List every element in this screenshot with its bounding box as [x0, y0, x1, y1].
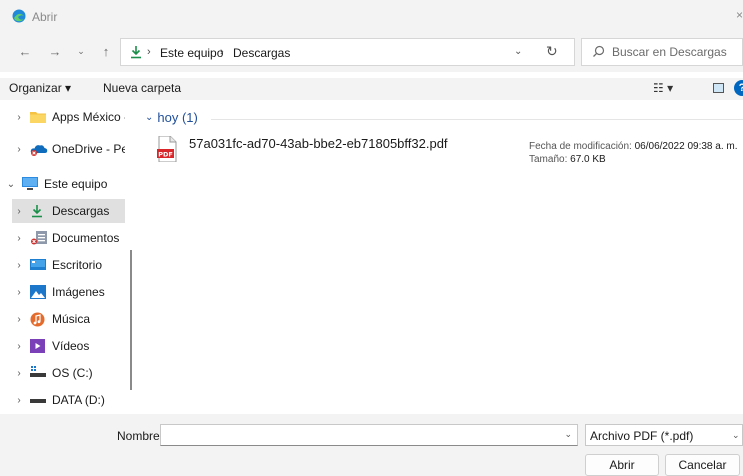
sidebar-item-onedrive[interactable]: › OneDrive - Perso	[12, 137, 125, 161]
download-icon	[30, 204, 48, 218]
sidebar-item-label: Vídeos	[52, 339, 90, 353]
music-icon	[30, 312, 48, 327]
sidebar-item-label: Descargas	[52, 204, 110, 218]
system-drive-icon	[30, 366, 48, 380]
filename-label: Nombre:	[117, 429, 164, 443]
dialog-footer: Nombre: ⌄ Archivo PDF (*.pdf) ⌄ Abrir Ca…	[0, 414, 743, 476]
command-toolbar: Organizar ▾ Nueva carpeta ☷ ▾ ?	[0, 78, 743, 100]
forward-arrow-icon[interactable]: →	[44, 40, 66, 62]
refresh-icon[interactable]: ↻	[546, 43, 558, 60]
sidebar-item-label: OS (C:)	[52, 366, 93, 380]
documents-icon	[30, 231, 48, 245]
help-icon[interactable]: ?	[734, 80, 743, 96]
view-options-button[interactable]: ☷ ▾	[653, 81, 673, 95]
title-bar: Abrir ×	[0, 0, 743, 32]
filename-combobox[interactable]: ⌄	[160, 424, 578, 446]
preview-pane-icon[interactable]	[713, 83, 724, 93]
recent-locations-chevron-down-icon[interactable]: ⌄	[70, 40, 92, 62]
sidebar-item-label: DATA (D:)	[52, 393, 105, 407]
filetype-select[interactable]: Archivo PDF (*.pdf) ⌄	[585, 424, 743, 446]
expand-chevron-icon[interactable]: ›	[12, 314, 26, 325]
sidebar-item-musica[interactable]: › Música	[12, 307, 125, 331]
pictures-icon	[30, 285, 48, 299]
collapse-chevron-icon[interactable]: ⌄	[4, 179, 18, 190]
sidebar-item-label: Este equipo	[44, 177, 108, 191]
sidebar-item-escritorio[interactable]: › Escritorio	[12, 253, 125, 277]
breadcrumb-descargas[interactable]: Descargas	[233, 46, 290, 60]
sidebar-item-data-d[interactable]: › DATA (D:)	[12, 388, 125, 412]
address-bar[interactable]: › Este equipo › Descargas ⌄ ↻	[120, 38, 575, 66]
search-icon	[593, 45, 605, 57]
back-arrow-icon[interactable]: ←	[14, 40, 36, 62]
filename-input[interactable]	[161, 425, 556, 445]
sidebar-item-este-equipo[interactable]: ⌄ Este equipo	[0, 172, 125, 196]
navigation-pane: › Apps México - › OneDrive - Perso ⌄ Est…	[0, 100, 137, 414]
expand-chevron-icon[interactable]: ›	[12, 287, 26, 298]
breadcrumb-separator: ›	[147, 46, 151, 58]
expand-chevron-icon[interactable]: ›	[12, 233, 26, 244]
pdf-file-icon: PDF	[157, 136, 177, 162]
onedrive-icon	[30, 142, 48, 156]
address-history-chevron-down-icon[interactable]: ⌄	[514, 46, 522, 57]
expand-chevron-icon[interactable]: ›	[12, 395, 26, 406]
filetype-value: Archivo PDF (*.pdf)	[590, 429, 694, 443]
expand-chevron-icon[interactable]: ›	[12, 112, 26, 123]
group-divider	[211, 119, 743, 120]
expand-chevron-icon[interactable]: ›	[12, 260, 26, 271]
size-label: Tamaño:	[529, 154, 568, 165]
computer-icon	[22, 177, 40, 191]
sidebar-item-label: OneDrive - Perso	[52, 142, 125, 156]
group-label: hoy (1)	[157, 110, 198, 125]
sidebar-item-label: Música	[52, 312, 91, 326]
organize-button[interactable]: Organizar ▾	[9, 81, 71, 95]
desktop-icon	[30, 258, 48, 272]
edge-app-icon	[12, 9, 26, 23]
sidebar-item-documentos[interactable]: › Documentos	[12, 226, 125, 250]
sidebar-item-label: Apps México -	[52, 110, 125, 124]
new-folder-button[interactable]: Nueva carpeta	[103, 81, 181, 95]
search-box[interactable]	[581, 38, 743, 66]
sidebar-item-label: Documentos	[52, 231, 120, 245]
breadcrumb-este-equipo[interactable]: Este equipo	[160, 46, 223, 60]
sidebar-scrollbar[interactable]	[130, 250, 132, 390]
filetype-chevron-down-icon: ⌄	[732, 430, 740, 440]
up-arrow-icon[interactable]: ↑	[95, 40, 117, 62]
sidebar-item-label: Escritorio	[52, 258, 103, 272]
drive-icon	[30, 393, 48, 407]
size-value: 67.0 KB	[570, 154, 606, 165]
search-input[interactable]	[612, 39, 740, 65]
group-header[interactable]: ⌄ hoy (1)	[145, 110, 198, 125]
file-details: Fecha de modificación: 06/06/2022 09:38 …	[529, 140, 737, 166]
folder-icon	[30, 110, 48, 124]
videos-icon	[30, 339, 48, 353]
download-icon	[131, 46, 141, 59]
file-item[interactable]: PDF 57a031fc-ad70-43ab-bbe2-eb71805bff32…	[157, 134, 743, 174]
sidebar-item-imagenes[interactable]: › Imágenes	[12, 280, 125, 304]
breadcrumb-separator: ›	[220, 46, 224, 58]
sidebar-item-descargas[interactable]: › Descargas	[12, 199, 125, 223]
window-title: Abrir	[32, 10, 58, 24]
modified-label: Fecha de modificación:	[529, 141, 632, 152]
cancel-button[interactable]: Cancelar	[665, 454, 740, 476]
sidebar-item-os-c[interactable]: › OS (C:)	[12, 361, 125, 385]
file-name[interactable]: 57a031fc-ad70-43ab-bbe2-eb71805bff32.pdf	[189, 136, 448, 151]
sidebar-item-label: Imágenes	[52, 285, 105, 299]
expand-chevron-icon[interactable]: ›	[12, 144, 26, 155]
sidebar-item-apps-mexico[interactable]: › Apps México -	[12, 105, 125, 129]
close-icon[interactable]: ×	[736, 8, 743, 22]
filename-dropdown-chevron-icon[interactable]: ⌄	[564, 429, 572, 440]
expand-chevron-icon[interactable]: ›	[12, 368, 26, 379]
file-list: ⌄ hoy (1) PDF 57a031fc-ad70-43ab-bbe2-eb…	[137, 100, 743, 414]
group-collapse-chevron-icon[interactable]: ⌄	[145, 112, 153, 123]
expand-chevron-icon[interactable]: ›	[12, 206, 26, 217]
modified-value: 06/06/2022 09:38 a. m.	[634, 141, 738, 152]
navigation-bar: ← → ⌄ ↑ › Este equipo › Descargas ⌄ ↻	[0, 32, 743, 72]
pdf-badge-text: PDF	[158, 151, 173, 159]
expand-chevron-icon[interactable]: ›	[12, 341, 26, 352]
open-button[interactable]: Abrir	[585, 454, 659, 476]
sidebar-item-videos[interactable]: › Vídeos	[12, 334, 125, 358]
